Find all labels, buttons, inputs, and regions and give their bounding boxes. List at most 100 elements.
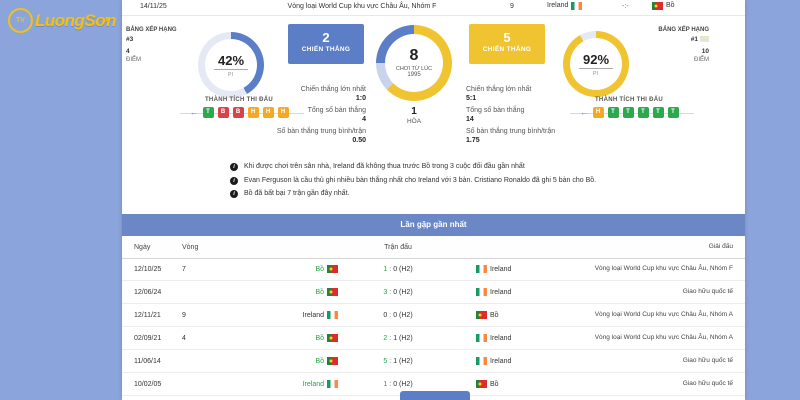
row-score: 3:0 (H2)	[338, 289, 458, 296]
portugal-flag-icon	[652, 2, 663, 10]
home-wins-value: 2	[288, 30, 364, 45]
away-wins-box: 5 CHIẾN THẮNG	[469, 24, 545, 64]
history-row[interactable]: 12/06/24 Bồ 3:0 (H2) Ireland Giao hữu qu…	[122, 281, 745, 304]
away-team-flag-icon	[476, 288, 487, 296]
home-form-badges: ← TBBHHH	[164, 107, 314, 118]
away-team-name: Bồ	[490, 312, 499, 319]
form-direction-arrow-icon: ←	[580, 107, 589, 118]
history-row[interactable]: 11/06/14 Bồ 5:1 (H2) Ireland Giao hữu qu…	[122, 350, 745, 373]
insight-note: i Bồ đã bất bại 7 trận gần đây nhất.	[230, 190, 725, 199]
away-gauge-sub: PI	[593, 71, 599, 77]
draws-block: 1 HÒA	[376, 106, 452, 125]
draws-value: 1	[376, 106, 452, 117]
match-score: -:-	[622, 3, 629, 10]
home-ranking-block: BẢNG XẾP HẠNG #3 4 ĐIỂM	[126, 26, 188, 65]
row-score: 1:0 (H2)	[338, 266, 458, 273]
form-badge: B	[218, 107, 229, 118]
row-competition: Vòng loại World Cup khu vực Châu Âu, Nhó…	[568, 311, 745, 319]
score-separator: :	[389, 266, 391, 273]
header-away-team: Bồ	[652, 2, 675, 10]
home-gauge-center: 42% PI	[205, 39, 257, 91]
away-team-name: Ireland	[490, 266, 511, 273]
row-away-team: Ireland	[458, 357, 568, 365]
home-team-name: Bồ	[315, 358, 324, 365]
home-rank: #3	[126, 35, 188, 44]
ranking-label: BẢNG XẾP HẠNG	[126, 26, 188, 35]
row-away-team: Ireland	[458, 265, 568, 273]
match-stats-page: 14/11/25 Vòng loại World Cup khu vực Châ…	[0, 0, 800, 400]
donut-center: 8 CHƠI TỪ LÚC 1995	[385, 34, 443, 92]
away-team-name: Ireland	[490, 358, 511, 365]
history-table-title: Lần gặp gần nhất	[122, 214, 745, 236]
away-gauge-value: 92%	[579, 52, 613, 69]
info-icon: i	[230, 177, 238, 185]
home-team-flag-icon	[327, 357, 338, 365]
history-row[interactable]: 12/10/25 7 Bồ 1:0 (H2) Ireland Vòng loại…	[122, 258, 745, 281]
row-home-team: Bồ	[240, 265, 338, 273]
form-direction-arrow-icon: ←	[190, 107, 199, 118]
row-round: 4	[182, 335, 240, 342]
score-separator: :	[389, 335, 391, 342]
away-form-badges: ← HTTTTT	[554, 107, 704, 118]
score-home: 1	[383, 381, 387, 388]
form-badge: H	[593, 107, 604, 118]
col-date: Ngày	[122, 244, 182, 251]
col-round: Vòng	[182, 244, 240, 251]
away-team-flag-icon	[476, 265, 487, 273]
away-points: 10	[645, 47, 709, 56]
row-date: 12/06/24	[122, 289, 182, 296]
row-round: 7	[182, 266, 240, 273]
stat-value: 0.50	[262, 136, 366, 145]
away-team-name: Ireland	[490, 289, 511, 296]
form-badge: T	[653, 107, 664, 118]
away-win-gauge: 92% PI	[563, 31, 629, 97]
form-badge: B	[233, 107, 244, 118]
away-form-label: THÀNH TÍCH THI ĐẤU	[554, 97, 704, 103]
history-row[interactable]: 02/09/21 4 Bồ 2:1 (H2) Ireland Vòng loại…	[122, 327, 745, 350]
home-gauge-value: 42%	[214, 53, 248, 70]
score-separator: :	[389, 312, 391, 319]
home-team-flag-icon	[327, 311, 338, 319]
away-wins-value: 5	[469, 30, 545, 45]
row-away-team: Bồ	[458, 380, 568, 388]
score-rest: 1 (H2)	[393, 358, 412, 365]
info-icon: i	[230, 163, 238, 171]
insight-note: i Evan Ferguson là cầu thủ ghi nhiều bàn…	[230, 177, 725, 186]
col-competition: Giải đấu	[568, 243, 745, 251]
home-team-name: Ireland	[303, 381, 324, 388]
row-score: 2:1 (H2)	[338, 335, 458, 342]
row-score: 5:1 (H2)	[338, 358, 458, 365]
home-points: 4	[126, 47, 188, 56]
match-header: 14/11/25 Vòng loại World Cup khu vực Châ…	[122, 0, 745, 16]
stat-label: Số bàn thắng trung bình/trận	[262, 127, 366, 136]
away-form: THÀNH TÍCH THI ĐẤU ← HTTTTT	[554, 97, 704, 118]
form-badge: T	[623, 107, 634, 118]
row-date: 02/09/21	[122, 335, 182, 342]
score-separator: :	[389, 289, 391, 296]
show-more-button[interactable]	[400, 391, 470, 400]
score-home: 1	[383, 266, 387, 273]
score-rest: 0 (H2)	[393, 289, 412, 296]
total-matches: 8	[410, 48, 419, 64]
played-since-year: 1995	[407, 72, 420, 78]
history-table-header: Ngày Vòng Trận đấu Giải đấu	[122, 236, 745, 259]
score-separator: :	[389, 381, 391, 388]
note-text: Khi được chơi trên sân nhà, Ireland đã k…	[244, 163, 525, 172]
stat-label: Chiến thắng lớn nhất	[466, 85, 574, 94]
row-away-team: Bồ	[458, 311, 568, 319]
history-rows: 12/10/25 7 Bồ 1:0 (H2) Ireland Vòng loại…	[122, 258, 745, 396]
row-away-team: Ireland	[458, 334, 568, 342]
site-logo[interactable]: TV LuongSơn	[8, 8, 116, 33]
away-team-flag-icon	[476, 311, 487, 319]
row-competition: Vòng loại World Cup khu vực Châu Âu, Nhó…	[568, 334, 745, 342]
away-team-name: Ireland	[490, 335, 511, 342]
row-home-team: Bồ	[240, 288, 338, 296]
home-wins-box: 2 CHIẾN THẮNG	[288, 24, 364, 64]
history-row[interactable]: 12/11/21 9 Ireland 0:0 (H2) Bồ Vòng loại…	[122, 304, 745, 327]
row-date: 10/02/05	[122, 381, 182, 388]
form-badge: H	[263, 107, 274, 118]
row-competition: Giao hữu quốc tế	[568, 288, 745, 296]
away-gauge-center: 92% PI	[570, 38, 622, 90]
home-team-flag-icon	[327, 288, 338, 296]
home-team-flag-icon	[327, 380, 338, 388]
